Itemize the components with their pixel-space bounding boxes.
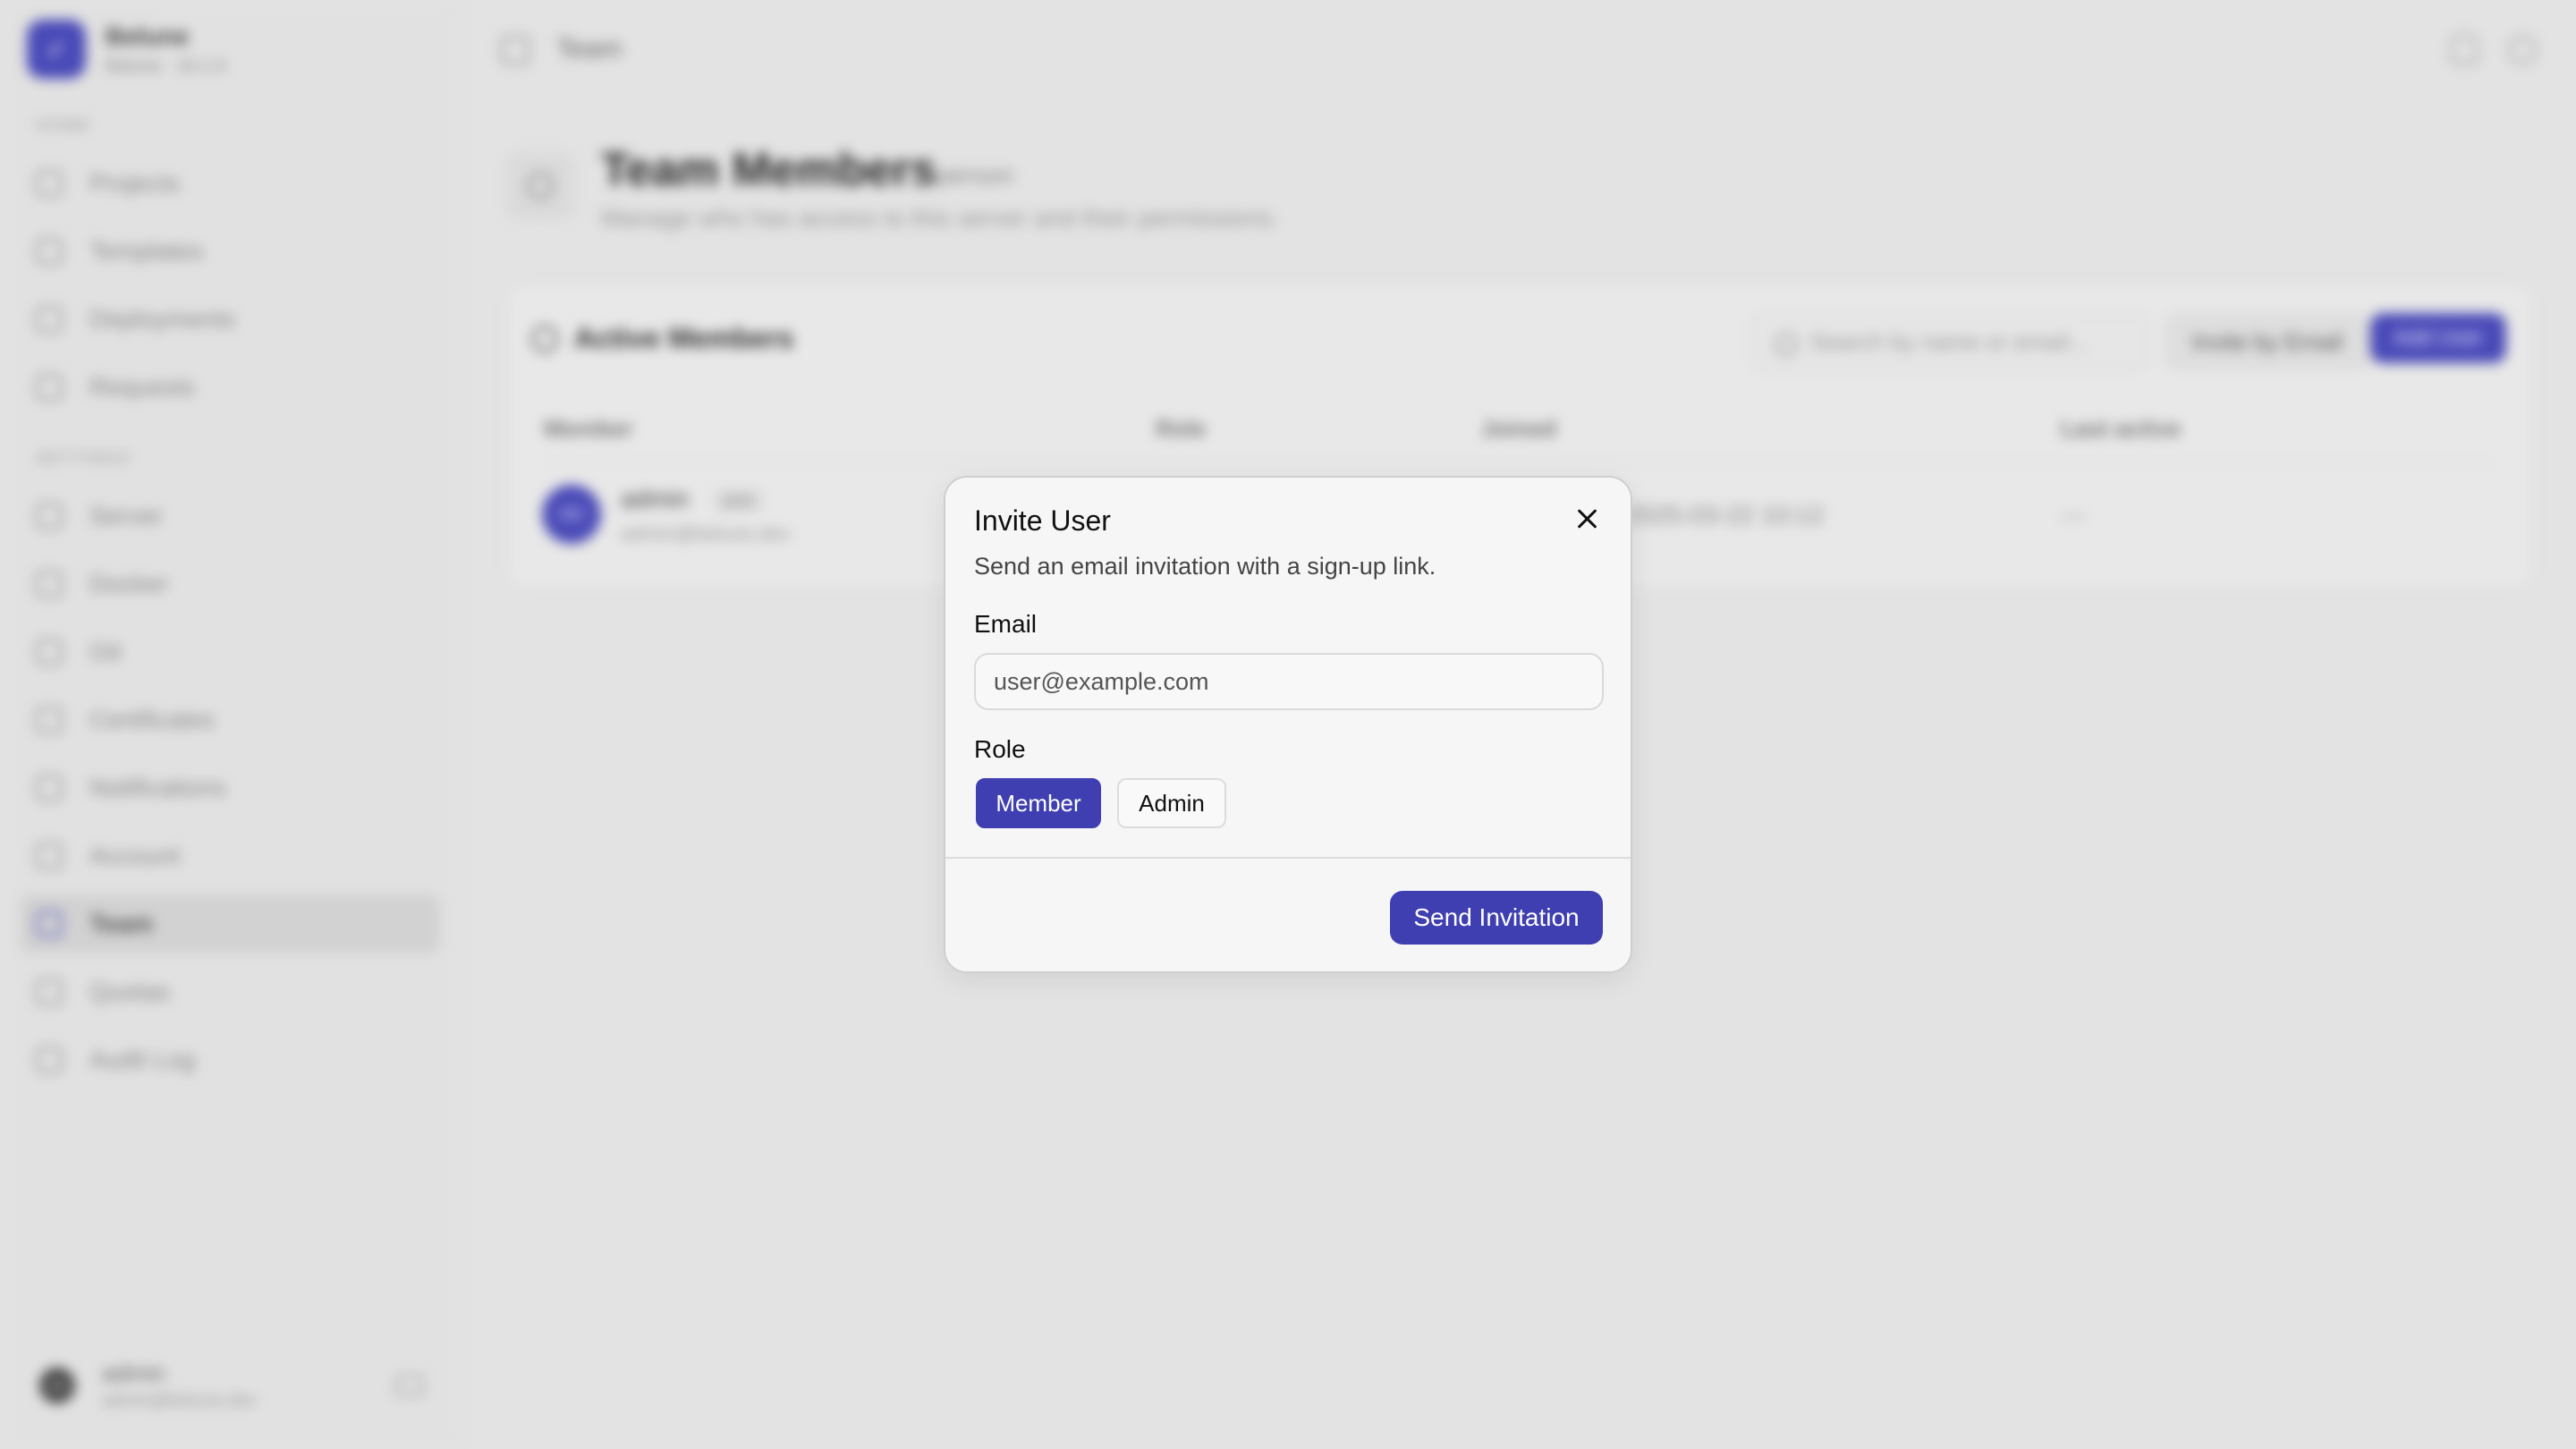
lock-icon <box>36 707 63 733</box>
sidebar-item-label: Notifications <box>89 774 226 801</box>
card-title: Active Members <box>574 322 794 354</box>
brand-logo-icon: ✓ <box>27 20 86 79</box>
server-icon <box>36 503 63 530</box>
sidebar-item-label: Projects <box>89 169 181 197</box>
dialog-description: Send an email invitation with a sign-up … <box>974 553 1436 580</box>
column-header-role[interactable]: Role <box>1156 415 1206 443</box>
column-header-member[interactable]: Member <box>544 415 633 443</box>
sidebar-item-docker[interactable]: Docker <box>20 555 440 614</box>
sidebar-user[interactable]: AD admin admin@belune.dev <box>39 1360 424 1411</box>
topbar-title: Team <box>556 34 623 64</box>
sidebar-item-requests[interactable]: Requests <box>20 358 440 417</box>
divider <box>544 462 2496 463</box>
sidebar-toggle-icon[interactable] <box>501 36 530 64</box>
avatar: AD <box>542 485 601 544</box>
member-name: admin <box>621 485 690 513</box>
sidebar-item-account[interactable]: Account <box>20 826 440 886</box>
sidebar-item-server[interactable]: Server <box>20 487 440 546</box>
sidebar-item-label: Quotas <box>89 978 171 1005</box>
member-count: 1 person <box>916 161 1013 189</box>
request-icon <box>36 374 63 401</box>
sidebar-item-label: Server <box>89 502 164 530</box>
sidebar-item-deployments[interactable]: Deployments <box>20 290 440 349</box>
sidebar-item-notifications[interactable]: Notifications <box>20 758 440 818</box>
user-name: admin <box>102 1360 165 1386</box>
email-field[interactable] <box>974 653 1604 710</box>
bell-icon <box>36 775 63 801</box>
invite-by-email-button[interactable]: Invite by Email <box>2165 313 2370 370</box>
bell-icon[interactable] <box>2451 34 2478 64</box>
sidebar-item-audit-log[interactable]: Audit Log <box>20 1030 440 1089</box>
log-icon <box>36 1046 63 1073</box>
member-joined: 2025-03-22 10:12 <box>1626 501 1825 529</box>
email-label: Email <box>974 610 1038 638</box>
page-description: Manage who has access to this server and… <box>601 204 1279 232</box>
page-title: Team Members <box>601 144 936 196</box>
sidebar: ✓ Belune Belune · v0.1.0 HOME Projects T… <box>0 0 458 1449</box>
avatar: AD <box>39 1368 75 1403</box>
search-input[interactable]: Search by name or email... <box>1751 313 2148 370</box>
team-icon <box>36 911 63 937</box>
sidebar-item-label: Team <box>89 910 154 937</box>
user-email: admin@belune.dev <box>102 1391 257 1411</box>
sidebar-item-label: Requests <box>89 373 196 401</box>
sidebar-item-projects[interactable]: Projects <box>20 154 440 213</box>
docker-icon <box>36 571 63 597</box>
brand-subtitle: Belune · v0.1.0 <box>106 55 226 76</box>
sidebar-item-certificates[interactable]: Certificates <box>20 691 440 750</box>
you-badge: you <box>714 488 764 512</box>
add-user-button[interactable]: Add User <box>2370 313 2506 363</box>
member-last-active: — <box>2061 501 2086 529</box>
sidebar-item-label: Deployments <box>89 305 236 333</box>
team-icon <box>506 152 574 220</box>
sidebar-item-team[interactable]: Team <box>20 894 440 953</box>
settings-icon[interactable] <box>2508 36 2537 64</box>
column-header-last-active[interactable]: Last active <box>2061 415 2181 443</box>
template-icon <box>36 238 63 265</box>
sidebar-item-label: Docker <box>89 570 169 597</box>
sidebar-item-git[interactable]: Git <box>20 623 440 682</box>
sidebar-item-label: Templates <box>89 237 204 265</box>
send-invitation-button[interactable]: Send Invitation <box>1390 891 1603 945</box>
dialog-title: Invite User <box>974 504 1111 537</box>
users-icon <box>531 326 558 352</box>
member-email: admin@belune.dev <box>621 522 791 545</box>
sidebar-item-label: Account <box>89 842 181 869</box>
sidebar-item-label: Git <box>89 638 122 665</box>
folder-icon <box>36 170 63 197</box>
role-member-button[interactable]: Member <box>976 778 1101 828</box>
git-icon <box>36 639 63 665</box>
role-label: Role <box>974 735 1026 763</box>
sidebar-item-label: Certificates <box>89 706 216 733</box>
sidebar-item-quotas[interactable]: Quotas <box>20 962 440 1021</box>
role-admin-button[interactable]: Admin <box>1117 778 1226 828</box>
invite-user-dialog: Invite User Send an email invitation wit… <box>944 476 1632 973</box>
topbar: Team <box>458 0 2576 98</box>
user-icon <box>36 843 63 869</box>
sidebar-item-templates[interactable]: Templates <box>20 222 440 281</box>
logout-icon[interactable] <box>395 1375 424 1396</box>
divider <box>945 857 1631 859</box>
nav-section-settings: SETTINGS <box>36 449 131 467</box>
brand-name: Belune <box>106 21 190 50</box>
sidebar-item-label: Audit Log <box>89 1046 196 1073</box>
close-icon[interactable] <box>1572 503 1604 535</box>
rocket-icon <box>36 306 63 333</box>
nav-section-home: HOME <box>36 116 91 134</box>
gauge-icon <box>36 979 63 1005</box>
column-header-joined[interactable]: Joined <box>1481 415 1556 443</box>
brand[interactable]: ✓ Belune Belune · v0.1.0 <box>27 20 226 79</box>
